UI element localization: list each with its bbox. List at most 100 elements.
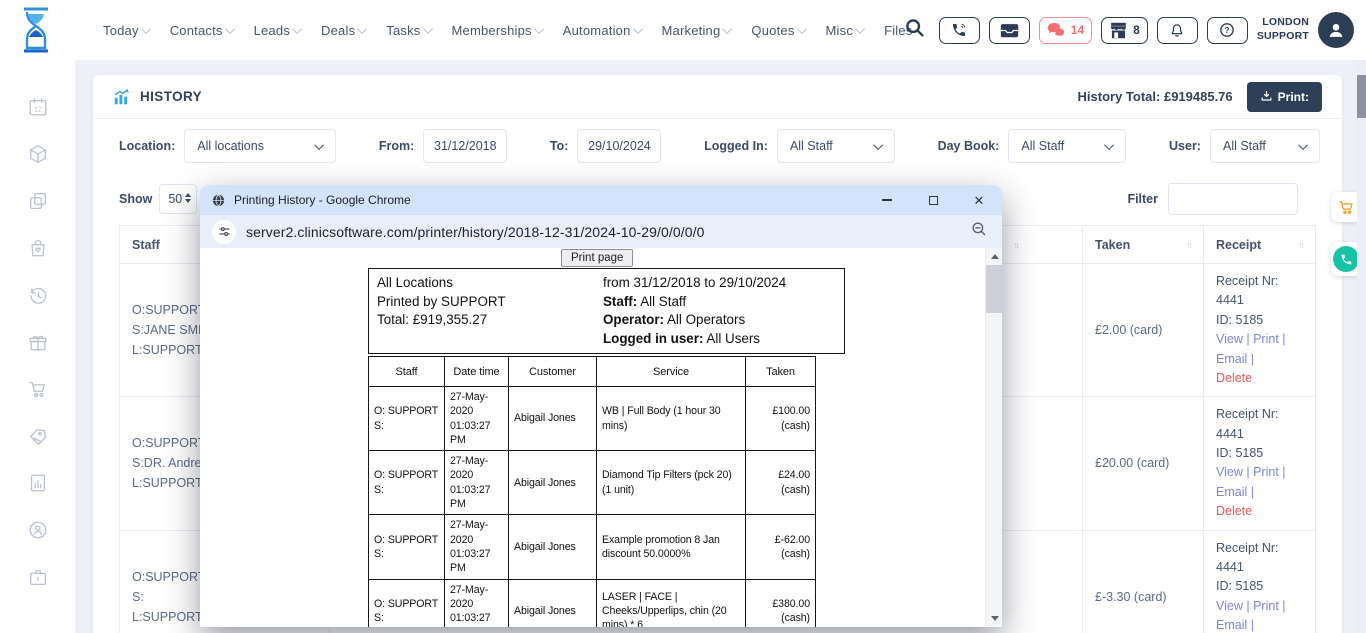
search-icon[interactable] — [904, 17, 926, 44]
chevron-down-icon — [292, 24, 302, 34]
support-icon[interactable] — [27, 519, 49, 541]
page-scrollbar[interactable] — [1357, 60, 1366, 633]
products-cube-icon[interactable] — [27, 143, 49, 165]
doc-datetime-cell: 27-May-2020 01:03:27 PM — [445, 515, 509, 579]
to-date-input[interactable] — [577, 129, 661, 163]
taken-cell: £20.00 (card) — [1083, 397, 1204, 530]
inbox-button[interactable] — [989, 17, 1030, 44]
shop-count: 8 — [1133, 23, 1140, 37]
nav-menu-item[interactable]: Quotes — [751, 23, 806, 38]
print-link[interactable]: Print — [1253, 332, 1279, 346]
maximize-icon — [929, 196, 938, 205]
chevron-down-icon — [314, 140, 324, 150]
view-link[interactable]: View — [1216, 465, 1243, 479]
site-settings-icon[interactable] — [212, 220, 236, 244]
phone-icon — [1340, 253, 1353, 266]
receipt-cell: Receipt Nr: 4441 ID: 5185 View | Print |… — [1204, 397, 1316, 530]
doc-service-cell: Example promotion 8 Jan discount 50.0000… — [597, 515, 746, 579]
print-button[interactable]: Print: — [1247, 82, 1322, 112]
nav-menu-item[interactable]: Deals — [321, 23, 367, 38]
delete-link[interactable]: Delete — [1216, 369, 1303, 388]
nav-menu-item[interactable]: Misc — [826, 23, 866, 38]
card-header: HISTORY History Total: £919485.76 Print: — [93, 75, 1342, 119]
messages-button[interactable]: 14 — [1039, 17, 1092, 44]
nav-menu-item[interactable]: Memberships — [452, 23, 544, 38]
nav-menu-item[interactable]: Contacts — [170, 23, 235, 38]
view-link[interactable]: View — [1216, 599, 1243, 613]
cart-icon — [1337, 198, 1356, 217]
zoom-out-icon[interactable] — [970, 220, 988, 243]
top-bar: Today Contacts Leads Deals — [0, 0, 1366, 60]
minimize-icon — [882, 199, 892, 200]
scroll-up-arrow[interactable] — [991, 254, 999, 259]
inbox-icon — [1000, 23, 1019, 38]
user-select[interactable]: All Staff — [1210, 129, 1320, 163]
help-button[interactable]: ? — [1207, 17, 1248, 44]
clinicsoftware-logo[interactable] — [16, 5, 56, 60]
gift-icon[interactable] — [27, 331, 49, 353]
filter-row: Location: All locations From: To: Logged… — [93, 119, 1342, 172]
taken-column-header[interactable]: Taken↑↓ — [1083, 226, 1204, 264]
minimize-button[interactable] — [864, 185, 910, 215]
popup-window-title: Printing History - Google Chrome — [234, 193, 411, 207]
email-link[interactable]: Email — [1216, 352, 1247, 366]
avatar[interactable] — [1318, 12, 1354, 48]
doc-datetime-cell: 27-May-2020 01:03:27 PM — [445, 387, 509, 451]
report-chart-icon[interactable] — [27, 472, 49, 494]
show-label: Show — [119, 192, 152, 206]
receipt-number: Receipt Nr: 4441 — [1216, 272, 1303, 311]
doc-printed-by: Printed by SUPPORT — [377, 293, 595, 312]
url-text[interactable]: server2.clinicsoftware.com/printer/histo… — [246, 224, 705, 240]
shopping-bag-icon[interactable] — [27, 237, 49, 259]
print-page-button[interactable]: Print page — [561, 249, 633, 267]
history-icon[interactable] — [27, 284, 49, 306]
popup-scrollbar-thumb[interactable] — [986, 265, 1002, 313]
chevron-down-icon — [1298, 140, 1308, 150]
email-link[interactable]: Email — [1216, 485, 1247, 499]
receipt-column-header[interactable]: Receipt↑↓ — [1204, 226, 1316, 264]
calendar-icon[interactable]: 12 — [27, 96, 49, 118]
filter-label: Filter — [1127, 192, 1158, 206]
maximize-button[interactable] — [910, 185, 956, 215]
scroll-down-arrow[interactable] — [991, 616, 999, 621]
cart-icon[interactable] — [27, 378, 49, 400]
doc-column-header: Service — [597, 357, 746, 387]
doc-customer-cell: Abigail Jones — [509, 451, 597, 515]
print-link[interactable]: Print — [1253, 599, 1279, 613]
email-link[interactable]: Email — [1216, 618, 1247, 632]
storefront-icon — [1109, 22, 1128, 39]
copy-icon[interactable] — [27, 190, 49, 212]
chevron-down-icon — [855, 24, 865, 34]
voucher-tag-icon[interactable] — [27, 425, 49, 447]
popup-title-bar[interactable]: Printing History - Google Chrome ✕ — [200, 185, 1002, 215]
page-title: HISTORY — [140, 89, 202, 104]
location-label: Location: — [119, 139, 175, 153]
scrollbar-thumb[interactable] — [1357, 75, 1366, 118]
close-button[interactable]: ✕ — [956, 185, 1002, 215]
location-select[interactable]: All locations — [184, 129, 336, 163]
print-link[interactable]: Print — [1253, 465, 1279, 479]
main-nav: Today Contacts Leads Deals — [103, 0, 913, 60]
case-icon[interactable] — [27, 566, 49, 588]
delete-link[interactable]: Delete — [1216, 502, 1303, 521]
nav-menu-item[interactable]: Automation — [563, 23, 643, 38]
doc-range: from 31/12/2018 to 29/10/2024 — [603, 274, 840, 293]
logged-in-select[interactable]: All Staff — [777, 129, 895, 163]
popup-url-bar[interactable]: server2.clinicsoftware.com/printer/histo… — [200, 215, 1002, 248]
notifications-button[interactable] — [1157, 17, 1198, 44]
day-book-select[interactable]: All Staff — [1008, 129, 1126, 163]
stepper-icon — [185, 193, 191, 203]
shop-button[interactable]: 8 — [1101, 17, 1148, 44]
nav-menu-item[interactable]: Tasks — [386, 23, 432, 38]
screen: Today Contacts Leads Deals — [0, 0, 1366, 633]
show-entries-select[interactable]: 50 — [159, 184, 197, 214]
filter-input[interactable] — [1168, 183, 1298, 215]
phone-button[interactable] — [939, 17, 980, 44]
doc-staff-cell: O: SUPPORT S: — [369, 579, 445, 627]
nav-menu-item[interactable]: Today — [103, 23, 151, 38]
popup-scrollbar[interactable] — [985, 248, 1002, 627]
from-date-input[interactable] — [423, 129, 507, 163]
nav-menu-item[interactable]: Leads — [254, 23, 302, 38]
nav-menu-item[interactable]: Marketing — [662, 23, 733, 38]
view-link[interactable]: View — [1216, 332, 1243, 346]
